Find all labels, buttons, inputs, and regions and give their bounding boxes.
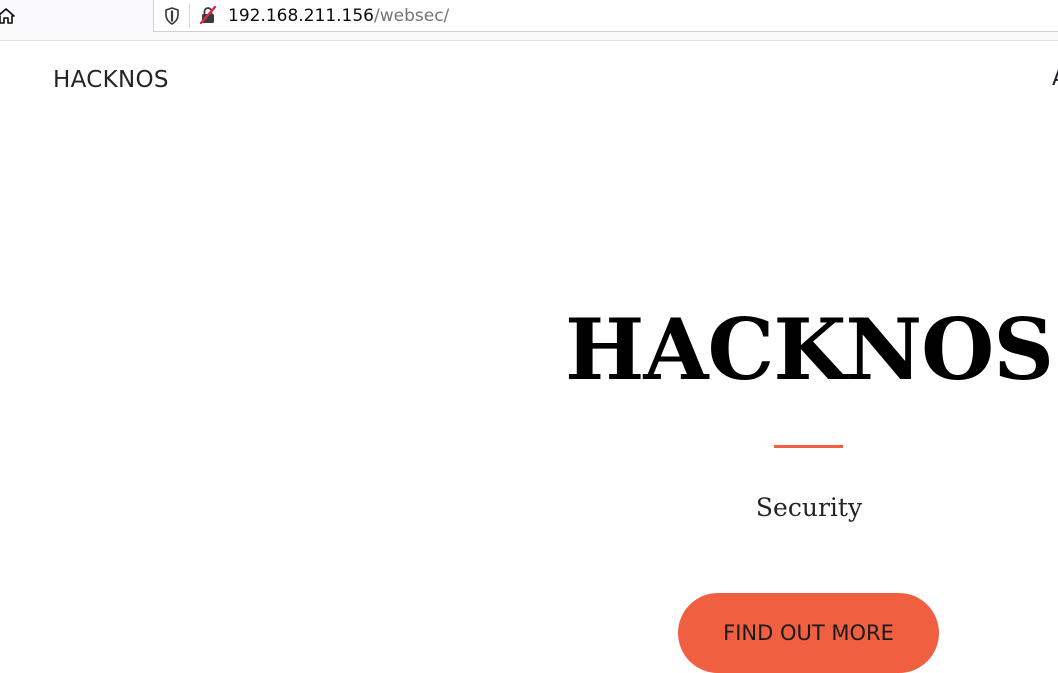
url-path: /websec/ [374,6,450,26]
navbar-brand[interactable]: HACKNOS [53,64,169,96]
browser-toolbar: 192.168.211.156/websec/ [0,0,1058,41]
hero-title: HACKNOS [564,300,1054,399]
home-button[interactable] [0,4,18,28]
home-icon [0,8,15,24]
url-host: 192.168.211.156 [228,6,375,26]
find-out-more-button[interactable]: FIND OUT MORE [678,593,939,673]
nav-link-partial[interactable]: A [1052,66,1058,91]
shield-icon[interactable] [164,7,180,25]
insecure-connection-icon[interactable] [199,6,217,24]
hero-subtitle: Security [755,493,863,522]
url-text[interactable]: 192.168.211.156/websec/ [228,5,449,27]
hero-divider [774,445,843,448]
address-bar[interactable]: 192.168.211.156/websec/ [153,0,1058,32]
url-separator [189,4,190,28]
